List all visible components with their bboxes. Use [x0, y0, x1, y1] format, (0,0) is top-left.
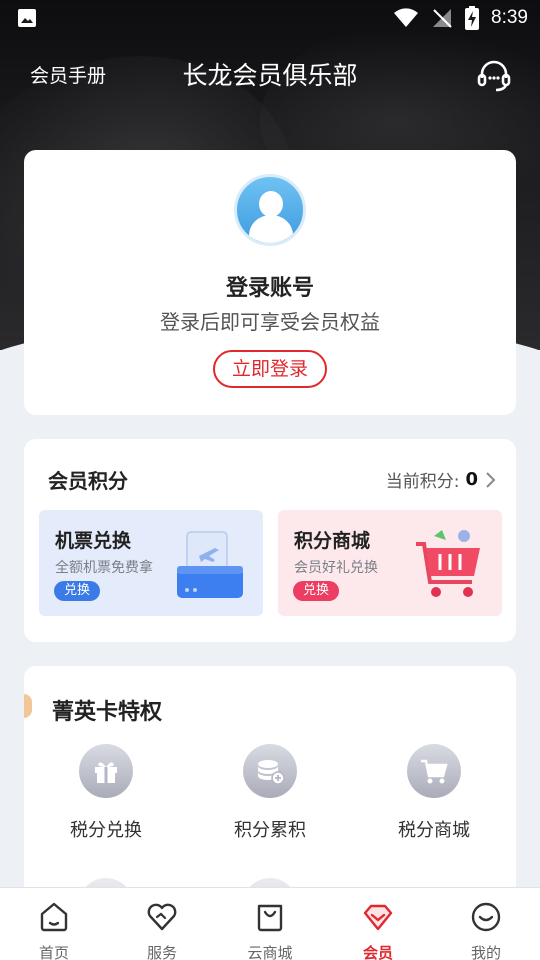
section-marker — [24, 694, 32, 718]
login-title: 登录账号 — [225, 276, 314, 301]
privilege-label: 税分商城 — [398, 820, 470, 841]
privilege-item-tax-mall[interactable]: 税分商城 — [374, 744, 494, 842]
tab-member[interactable]: 会员 — [324, 888, 432, 960]
heart-icon — [147, 903, 177, 931]
points-card: 会员积分 当前积分: 0 机票兑换 全额机票免费拿 兑换 积分商城 会员好礼兑换… — [24, 439, 516, 642]
tab-mine[interactable]: 我的 — [432, 888, 540, 960]
coins-add-icon — [258, 760, 285, 785]
no-signal-icon — [433, 9, 452, 28]
privilege-label: 积分累积 — [234, 820, 306, 841]
customer-service-icon[interactable] — [474, 56, 514, 96]
privilege-item-tax-exchange[interactable]: 税分兑换 — [46, 744, 166, 842]
home-icon — [40, 902, 68, 932]
wifi-icon — [394, 8, 419, 27]
login-button[interactable]: 立即登录 — [213, 350, 327, 388]
tab-label: 我的 — [470, 944, 501, 960]
points-mall-tile[interactable]: 积分商城 会员好礼兑换 兑换 — [278, 510, 502, 616]
current-points[interactable]: 当前积分: 0 — [386, 467, 496, 492]
login-card: 登录账号 登录后即可享受会员权益 立即登录 — [24, 150, 516, 415]
tab-label: 会员 — [362, 944, 393, 960]
cart-icon — [421, 759, 448, 784]
tab-label: 首页 — [38, 944, 69, 960]
battery-charging-icon — [465, 6, 480, 30]
tab-service[interactable]: 服务 — [108, 888, 216, 960]
tab-cloud-mall[interactable]: 云商城 — [216, 888, 324, 960]
app-header: 会员手册 长龙会员俱乐部 — [0, 48, 540, 100]
privileges-title: 菁英卡特权 — [52, 700, 163, 725]
gift-icon — [95, 762, 117, 783]
tab-home[interactable]: 首页 — [0, 888, 108, 960]
exchange-badge[interactable]: 兑换 — [293, 581, 340, 601]
login-subtitle: 登录后即可享受会员权益 — [160, 310, 380, 334]
exchange-badge[interactable]: 兑换 — [54, 581, 101, 601]
avatar[interactable] — [234, 174, 306, 246]
gallery-notification-icon — [18, 9, 36, 27]
chevron-right-icon — [486, 471, 496, 488]
tab-label: 云商城 — [247, 944, 293, 960]
ticket-exchange-tile[interactable]: 机票兑换 全额机票免费拿 兑换 — [39, 510, 263, 616]
page-title: 长龙会员俱乐部 — [182, 61, 358, 90]
tab-label: 服务 — [146, 944, 177, 960]
shopping-cart-icon — [416, 530, 480, 597]
status-time: 8:39 — [491, 7, 528, 28]
current-points-value: 0 — [465, 469, 478, 490]
bag-icon — [257, 904, 283, 932]
points-title: 会员积分 — [48, 469, 128, 493]
smile-icon — [471, 902, 501, 932]
privilege-item-points-accumulate[interactable]: 积分累积 — [210, 744, 330, 842]
status-bar: 8:39 — [0, 0, 540, 36]
current-points-label: 当前积分: — [385, 472, 460, 492]
flight-ticket-icon — [177, 531, 243, 598]
gem-icon — [363, 904, 393, 931]
privilege-label: 税分兑换 — [70, 820, 142, 841]
bottom-tab-bar: 首页 服务 云商城 会员 我的 — [0, 887, 540, 960]
